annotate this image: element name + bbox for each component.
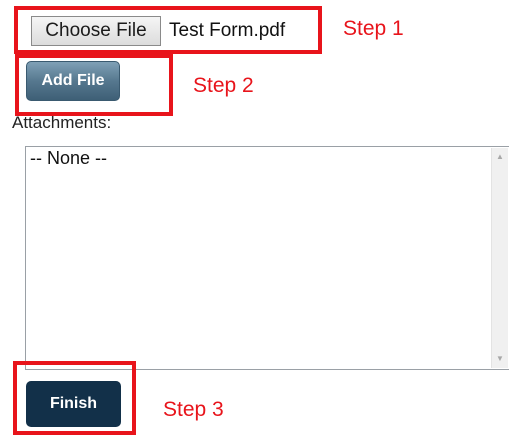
step-3-highlight-box [13,361,136,435]
scroll-down-arrow-icon[interactable]: ▼ [492,352,508,366]
step-3-label: Step 3 [163,398,224,421]
step-1-label: Step 1 [343,17,404,40]
step-2-label: Step 2 [193,74,254,97]
upload-form: Choose File Test Form.pdf Add File Attac… [0,0,509,435]
step-1-highlight-box [14,6,322,54]
attachments-list-item[interactable]: -- None -- [30,148,107,169]
step-2-highlight-box [15,54,173,116]
attachments-listbox[interactable]: -- None -- ▲ ▼ [25,146,509,370]
listbox-scrollbar[interactable]: ▲ ▼ [491,148,508,368]
attachments-label: Attachments: [12,113,112,132]
scroll-up-arrow-icon[interactable]: ▲ [492,150,508,164]
